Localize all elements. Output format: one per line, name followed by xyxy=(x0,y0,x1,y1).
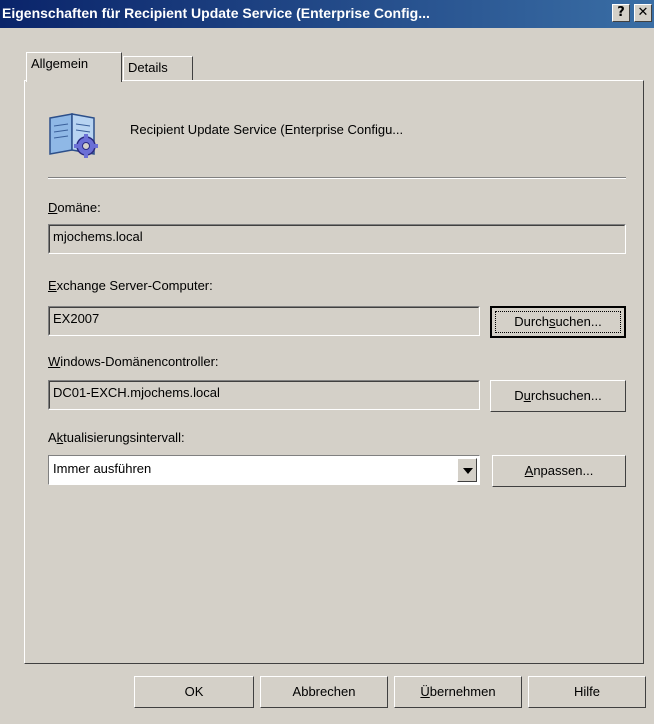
cancel-button[interactable]: Abbrechen xyxy=(260,676,388,708)
domain-field[interactable]: mjochems.local xyxy=(48,224,626,254)
tab-label: Allgemein xyxy=(31,56,89,71)
title-bar[interactable]: Eigenschaften für Recipient Update Servi… xyxy=(0,0,654,28)
window-bottom-edge xyxy=(0,720,654,724)
domain-label: Domäne: xyxy=(48,200,101,215)
dc-browse-button[interactable]: Durchsuchen... xyxy=(490,380,626,412)
tab-details[interactable]: Details xyxy=(123,56,193,80)
help-button[interactable]: Hilfe xyxy=(528,676,646,708)
window-title: Eigenschaften für Recipient Update Servi… xyxy=(2,5,430,21)
ok-button[interactable]: OK xyxy=(134,676,254,708)
update-interval-value: Immer ausführen xyxy=(53,461,152,476)
chevron-down-icon[interactable] xyxy=(457,458,477,482)
customize-button[interactable]: Anpassen... xyxy=(492,455,626,487)
domain-value: mjochems.local xyxy=(53,229,143,244)
domain-controller-label: Windows-Domänencontroller: xyxy=(48,354,219,369)
tab-allgemein[interactable]: Allgemein xyxy=(26,52,122,82)
properties-dialog: Eigenschaften für Recipient Update Servi… xyxy=(0,0,654,724)
separator xyxy=(48,177,626,179)
close-icon[interactable]: ✕ xyxy=(634,4,652,22)
domain-controller-field[interactable]: DC01-EXCH.mjochems.local xyxy=(48,380,480,410)
exchange-server-label: Exchange Server-Computer: xyxy=(48,278,213,293)
exchange-server-value: EX2007 xyxy=(53,311,100,326)
help-icon[interactable]: ? xyxy=(612,4,630,22)
book-gear-icon xyxy=(46,104,102,160)
update-interval-select[interactable]: Immer ausführen xyxy=(48,455,480,485)
apply-button[interactable]: Übernehmen xyxy=(394,676,522,708)
exchange-browse-button[interactable]: Durchsuchen... xyxy=(490,306,626,338)
tab-panel xyxy=(24,80,644,664)
tab-label: Details xyxy=(128,60,168,75)
update-interval-label: Aktualisierungsintervall: xyxy=(48,430,185,445)
object-name: Recipient Update Service (Enterprise Con… xyxy=(130,122,404,137)
exchange-server-field[interactable]: EX2007 xyxy=(48,306,480,336)
domain-controller-value: DC01-EXCH.mjochems.local xyxy=(53,385,220,400)
